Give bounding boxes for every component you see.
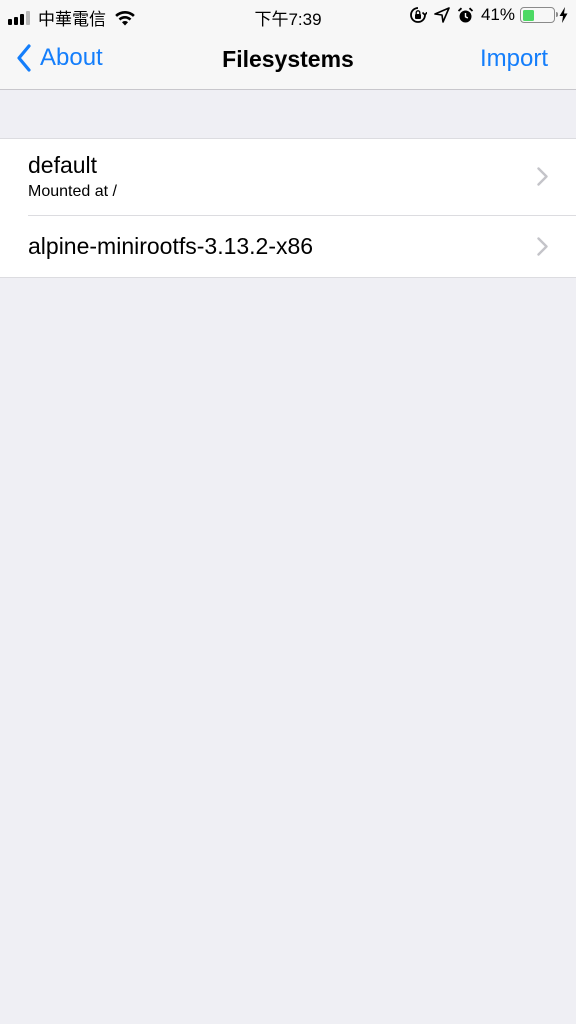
battery-percent: 41%	[480, 5, 515, 24]
navigation-bar: About Filesystems Import	[0, 30, 576, 90]
filesystem-list: default Mounted at / alpine-minirootfs-3…	[0, 138, 576, 278]
list-item-title: default	[28, 152, 98, 178]
battery-icon	[520, 7, 558, 23]
charging-bolt-icon	[559, 7, 568, 23]
list-item-subtitle: Mounted at /	[28, 183, 117, 200]
list-item-alpine-minirootfs[interactable]: alpine-minirootfs-3.13.2-x86	[0, 216, 576, 277]
battery-fill	[522, 9, 535, 21]
list-item-default[interactable]: default Mounted at /	[0, 139, 576, 216]
alarm-icon	[457, 7, 474, 22]
location-arrow-icon	[434, 7, 450, 23]
status-bar: 中華電信 下午7:39 41%	[0, 0, 576, 30]
list-item-title: alpine-minirootfs-3.13.2-x86	[28, 233, 314, 259]
orientation-lock-icon	[410, 7, 427, 23]
chevron-right-icon	[537, 237, 548, 256]
status-right: 41%	[409, 5, 568, 25]
chevron-right-icon	[537, 167, 548, 186]
import-button[interactable]: Import	[480, 45, 548, 73]
